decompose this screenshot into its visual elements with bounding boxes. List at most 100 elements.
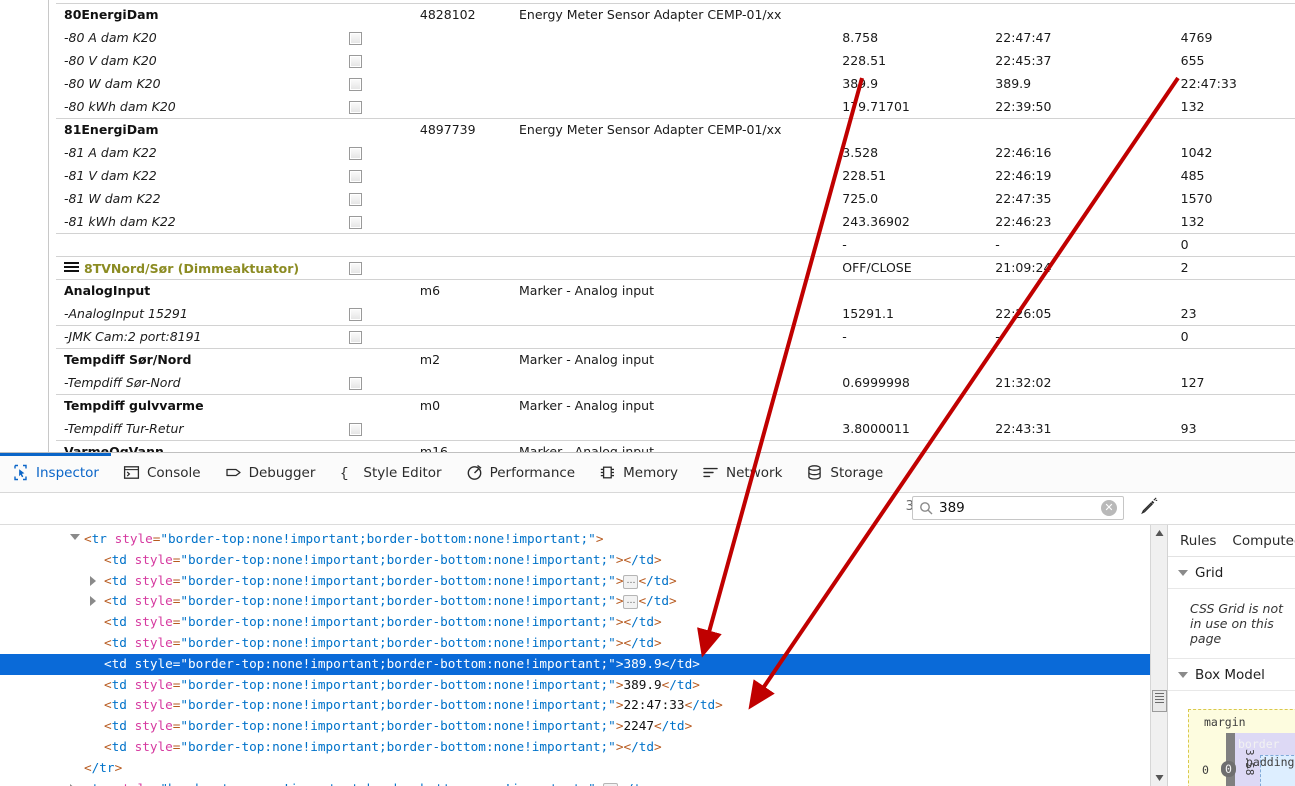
markup-line[interactable]: </tr> — [0, 758, 1167, 779]
tab-style-editor[interactable]: { } Style Editor — [327, 453, 453, 493]
section-box-model[interactable]: Box Model — [1168, 659, 1295, 691]
box-model-margin-left-value[interactable]: 0 — [1202, 763, 1209, 777]
cell-name: -80 kWh dam K20 — [56, 95, 345, 118]
device-table-body: 80EnergiDam 4828102 Energy Meter Sensor Ad… — [56, 0, 1295, 452]
storage-icon — [806, 464, 823, 481]
collapsed-children-icon[interactable]: … — [623, 574, 639, 589]
markup-line[interactable]: <td style="border-top:none!important;bor… — [0, 591, 1167, 612]
cell-time: - — [991, 232, 1177, 256]
collapsed-children-icon[interactable]: … — [623, 595, 639, 610]
row-checkbox[interactable] — [348, 170, 362, 183]
table-row[interactable]: -80 V dam K20 228.51 22:45:37 655 — [56, 49, 1295, 72]
box-model-border-left-value[interactable]: 0 — [1221, 761, 1236, 777]
markup-line[interactable]: <td style="border-top:none!important;bor… — [0, 550, 1167, 571]
tab-storage[interactable]: Storage — [794, 453, 895, 493]
markup-line[interactable]: <td style="border-top:none!important;bor… — [0, 716, 1167, 737]
box-model-padding-left-value[interactable]: 3.58 — [1243, 749, 1256, 776]
cell-time: 389.9 — [995, 76, 1032, 91]
table-row[interactable]: -Tempdiff Sør-Nord 0.6999998 21:32:02 127 — [56, 371, 1295, 394]
row-checkbox[interactable] — [348, 147, 362, 160]
markup-line[interactable]: <td style="border-top:none!important;bor… — [0, 571, 1167, 592]
markup-line[interactable]: <tr style="border-top:none!important;bor… — [0, 779, 1167, 786]
row-checkbox[interactable] — [348, 193, 362, 206]
row-checkbox[interactable] — [348, 262, 362, 275]
tab-computed[interactable]: Computed — [1232, 533, 1295, 549]
row-checkbox[interactable] — [348, 78, 362, 91]
tab-label: Debugger — [248, 464, 316, 481]
box-model-diagram[interactable]: margin border padding 0 0 3.58 — [1188, 709, 1295, 786]
table-row[interactable]: -81 kWh dam K22 243.36902 22:46:23 132 — [56, 210, 1295, 233]
tab-console[interactable]: Console — [111, 453, 213, 493]
markup-line[interactable]: <td style="border-top:none!important;bor… — [0, 695, 1167, 716]
console-icon — [123, 464, 140, 481]
section-grid[interactable]: Grid — [1168, 557, 1295, 589]
rules-sidebar-tabs: Rules Computed — [1168, 525, 1295, 557]
cell-time: 22:47:47 — [995, 30, 1052, 45]
table-row[interactable]: Tempdiff Sør/Nord m2 Marker - Analog input — [56, 347, 1295, 371]
table-row[interactable]: -81 W dam K22 725.0 22:47:35 1570 — [56, 187, 1295, 210]
markup-line[interactable]: <tr style="border-top:none!important;bor… — [0, 529, 1167, 550]
tab-label: Inspector — [36, 464, 99, 481]
row-checkbox[interactable] — [348, 376, 362, 390]
tab-debugger[interactable]: Debugger — [213, 453, 328, 493]
row-label: Tempdiff Sør/Nord — [64, 352, 192, 368]
expand-twisty-open-icon[interactable] — [70, 534, 80, 540]
cell-count: 127 — [1180, 374, 1205, 390]
row-checkbox[interactable] — [348, 55, 362, 68]
tab-network[interactable]: Network — [690, 453, 794, 493]
table-row[interactable]: 80EnergiDam 4828102 Energy Meter Sensor Ad… — [56, 2, 1295, 26]
table-row[interactable]: 8TVNord/Sør (Dimmeaktuator) OFF/CLOSE 21:0… — [56, 255, 1295, 279]
scroll-down-arrow[interactable] — [1151, 769, 1167, 786]
markup-line[interactable]: <td style="border-top:none!important;bor… — [0, 737, 1167, 758]
markup-line[interactable]: <td style="border-top:none!important;bor… — [0, 675, 1167, 696]
table-row[interactable]: -81 V dam K22 228.51 22:46:19 485 — [56, 164, 1295, 187]
markup-line[interactable]: <td style="border-top:none!important;bor… — [0, 633, 1167, 654]
table-row[interactable]: -AnalogInput 15291 15291.1 22:26:05 23 — [56, 302, 1295, 325]
cell-value: 0.6999998 — [842, 374, 910, 390]
row-checkbox[interactable] — [348, 215, 362, 229]
scrollbar-thumb[interactable] — [1152, 690, 1167, 712]
search-input[interactable]: 389 ✕ — [912, 496, 1124, 520]
cell-value: OFF/CLOSE — [838, 255, 992, 279]
grid-empty-note: CSS Grid is not in use on this page — [1168, 589, 1295, 659]
cell-value: 3.8000011 — [842, 420, 910, 436]
row-checkbox[interactable] — [348, 331, 362, 344]
expand-twisty-closed-icon[interactable] — [90, 596, 96, 607]
tab-memory[interactable]: Memory — [587, 453, 690, 493]
cell-count: 1570 — [1180, 191, 1213, 206]
table-row[interactable]: -Tempdiff Tur-Retur 3.8000011 22:43:31 93 — [56, 417, 1295, 440]
collapsed-children-icon[interactable]: … — [603, 782, 619, 786]
expand-twisty-closed-icon[interactable] — [90, 575, 96, 586]
cell-checkbox — [345, 210, 416, 233]
cell-value: 389.9 — [842, 76, 879, 91]
table-row[interactable]: -80 A dam K20 8.758 22:47:47 4769 — [56, 26, 1295, 49]
cell-count: 23 — [1180, 305, 1197, 321]
table-row[interactable]: --0 — [56, 232, 1295, 256]
markup-line[interactable]: <td style="border-top:none!important;bor… — [0, 653, 1167, 675]
tab-inspector[interactable]: Inspector — [0, 452, 111, 493]
markup-tree[interactable]: <tr style="border-top:none!important;bor… — [0, 525, 1167, 786]
table-row[interactable]: -81 A dam K22 3.528 22:46:16 1042 — [56, 141, 1295, 164]
search-input-value[interactable]: 389 — [939, 500, 1101, 516]
hamburger-icon — [64, 260, 79, 274]
row-checkbox[interactable] — [348, 422, 362, 436]
row-checkbox[interactable] — [348, 32, 362, 45]
table-row[interactable]: 81EnergiDam 4897739 Energy Meter Sensor Ad… — [56, 117, 1295, 141]
clear-search-icon[interactable]: ✕ — [1101, 500, 1117, 516]
table-row[interactable]: -80 W dam K20 389.9 389.9 22:47:33 — [56, 72, 1295, 95]
table-row[interactable]: Tempdiff gulvvarme m0 Marker - Analog inpu… — [56, 393, 1295, 417]
table-row[interactable]: -80 kWh dam K20 179.71701 22:39:50 132 — [56, 95, 1295, 118]
markup-scrollbar[interactable] — [1150, 525, 1167, 786]
table-row[interactable]: AnalogInput m6 Marker - Analog input — [56, 278, 1295, 302]
table-row[interactable]: VarmeOgVann m16 Marker - Analog input — [56, 439, 1295, 452]
tab-performance[interactable]: Performance — [454, 453, 588, 493]
cell-count: 0 — [1176, 232, 1295, 256]
table-row[interactable]: -JMK Cam:2 port:8191- -0 — [56, 324, 1295, 348]
row-checkbox[interactable] — [348, 100, 362, 114]
scroll-up-arrow[interactable] — [1151, 525, 1167, 542]
markup-line[interactable]: <td style="border-top:none!important;bor… — [0, 612, 1167, 633]
cell-count: 655 — [1180, 53, 1205, 68]
tab-rules[interactable]: Rules — [1180, 533, 1216, 549]
eyedropper-icon[interactable] — [1136, 497, 1158, 519]
row-checkbox[interactable] — [348, 307, 362, 321]
